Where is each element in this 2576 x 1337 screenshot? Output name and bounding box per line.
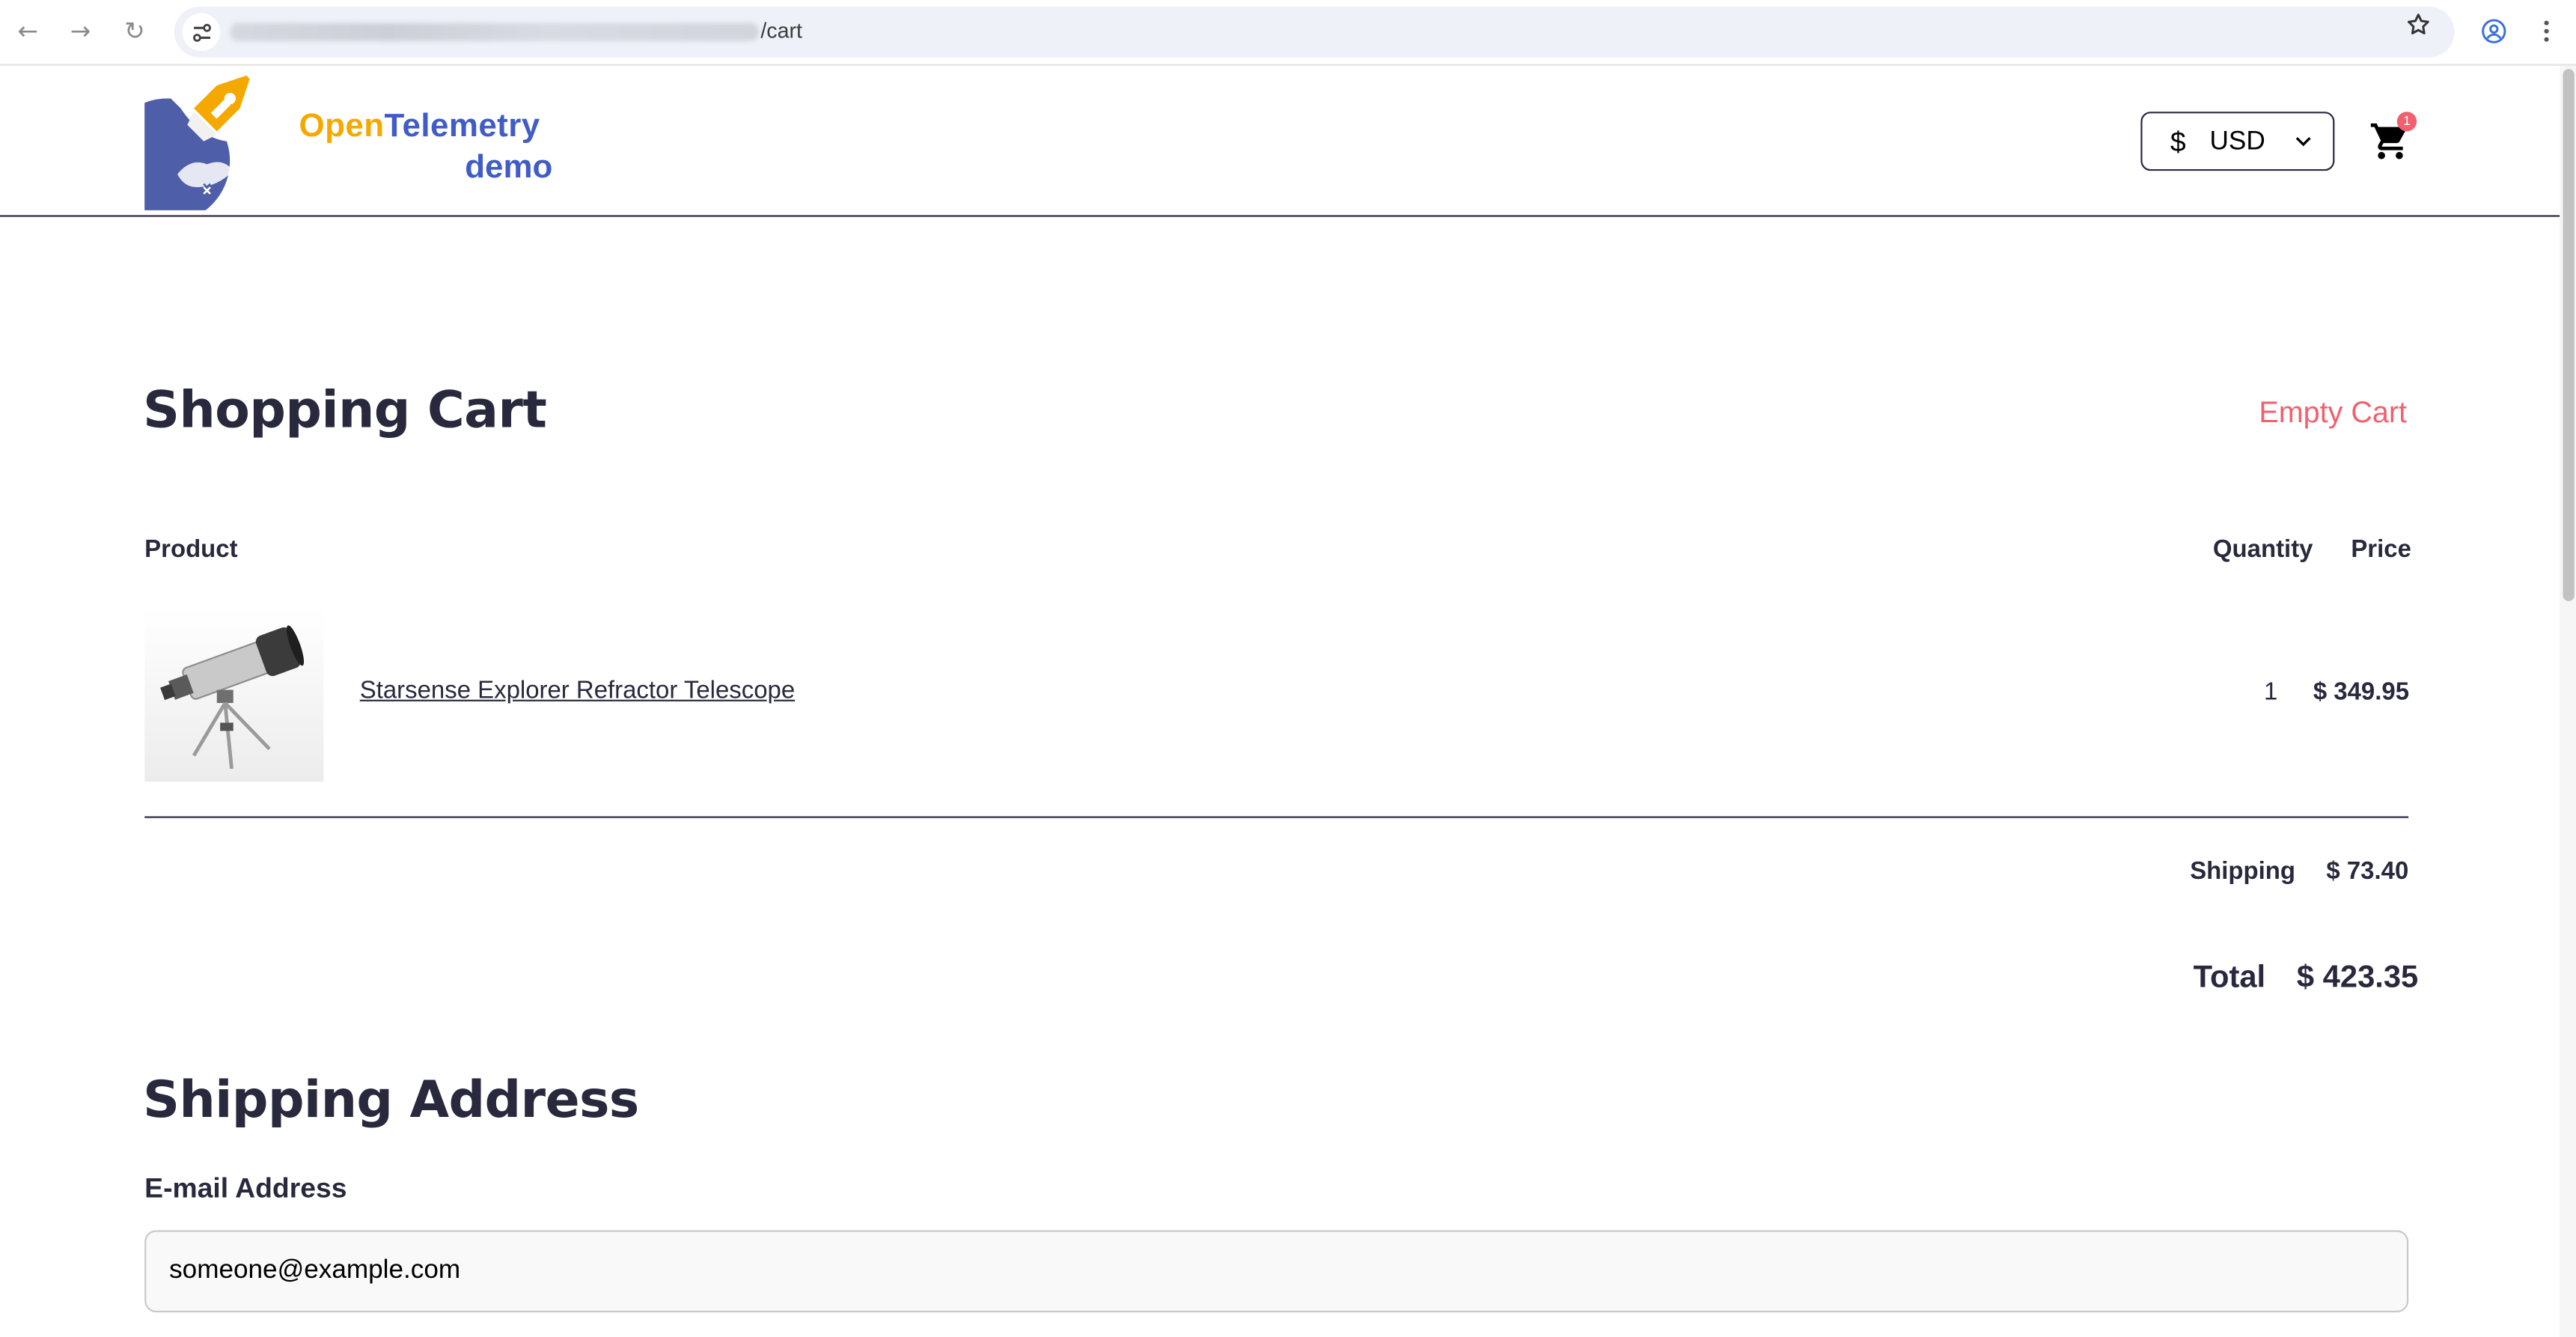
currency-symbol: $ [2170,126,2186,158]
cart-divider [144,816,2409,818]
reload-button[interactable]: ↻ [118,15,151,48]
browser-menu-icon[interactable] [2533,15,2560,48]
item-quantity: 1 [2263,678,2278,707]
brand-name[interactable]: OpenTelemetry [299,107,540,147]
forward-arrow-icon: → [70,16,91,46]
shipping-address-title: Shipping Address [142,1070,639,1130]
cart-button[interactable]: 1 [2369,112,2418,168]
url-path: /cart [760,18,802,43]
total-label: Total [2193,960,2266,996]
cart-count-badge: 1 [2396,112,2417,132]
item-price: $ 349.95 [2313,678,2410,707]
forward-button[interactable]: → [64,15,97,48]
column-header-product: Product [144,535,238,564]
url-host-redacted [230,22,760,41]
brand-telemetry-text: Telemetry [384,108,540,145]
currency-select[interactable]: $ USD [2140,112,2335,171]
column-header-price: Price [2351,535,2411,564]
opentelemetry-logo-icon[interactable] [144,75,279,210]
reload-icon: ↻ [124,16,145,46]
email-label: E-mail Address [144,1172,347,1204]
scrollbar-thumb[interactable] [2563,69,2575,602]
brand-demo-text: demo [465,149,553,186]
bookmark-star-icon[interactable] [2402,8,2435,41]
brand-open-text: Open [299,108,385,145]
total-value: $ 423.35 [2296,960,2419,996]
site-settings-icon[interactable] [182,13,221,52]
currency-code: USD [2209,128,2265,156]
empty-cart-button[interactable]: Empty Cart [2259,396,2407,430]
profile-icon[interactable] [2477,15,2510,48]
address-bar[interactable]: /cart [174,6,2455,58]
site-header: OpenTelemetry demo $ USD 1 [0,67,2560,217]
back-button[interactable]: ← [11,15,44,48]
page-root: ← → ↻ /cart OpenTelemetry demo $ USD 1 S… [0,0,2576,1337]
page-title: Shopping Cart [142,381,547,441]
email-field[interactable] [144,1230,2409,1313]
page-scrollbar[interactable] [2560,65,2576,1337]
back-arrow-icon: ← [17,16,39,46]
product-image[interactable] [144,607,324,782]
shipping-value: $ 73.40 [2326,857,2409,886]
column-header-quantity: Quantity [2212,535,2313,564]
browser-toolbar: ← → ↻ /cart [0,0,2576,66]
product-link[interactable]: Starsense Explorer Refractor Telescope [360,677,795,704]
chevron-down-icon [2295,137,2311,147]
shipping-label: Shipping [2190,857,2296,886]
